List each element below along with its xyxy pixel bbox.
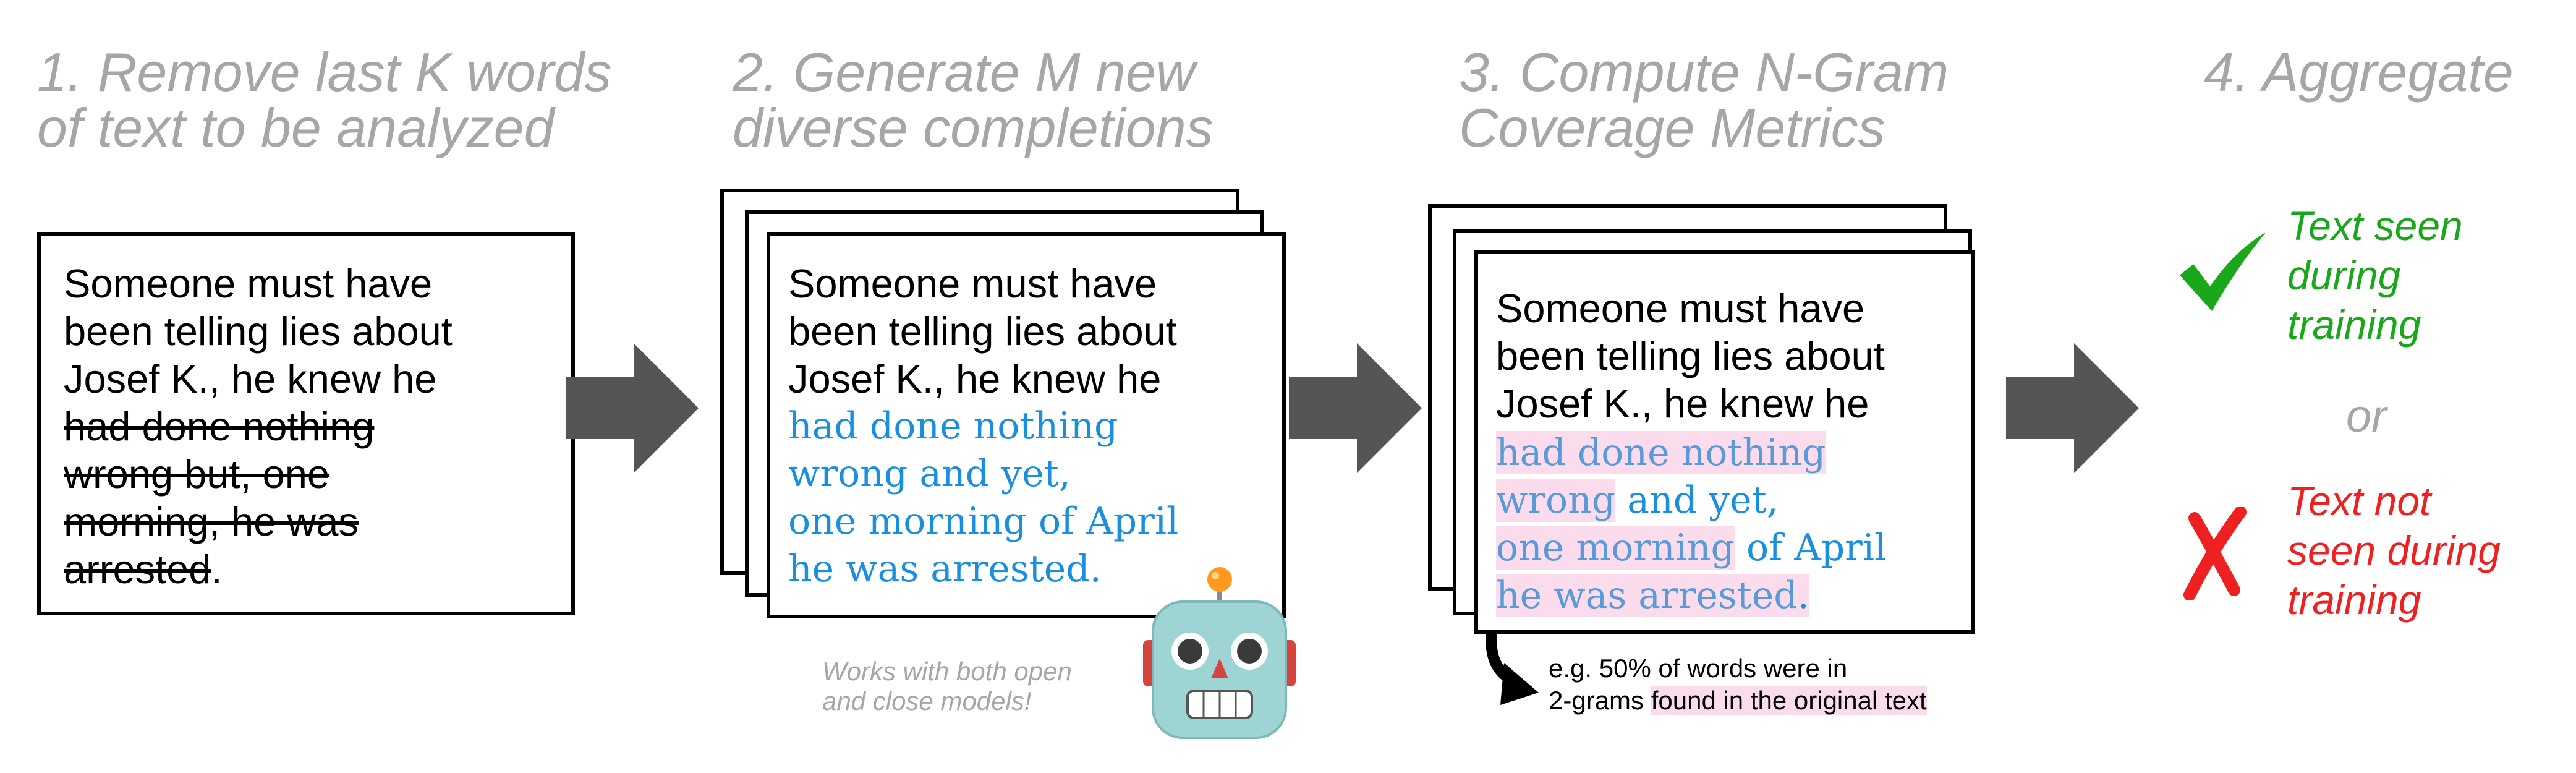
generated-completion: Someone must have been telling lies abou… [788, 261, 1179, 591]
removed-words: had done nothing [64, 404, 375, 449]
coverage-text: Someone must have been telling lies abou… [1496, 286, 1887, 617]
matched-ngram: had done nothing [1496, 431, 1826, 474]
coverage-example: e.g. 50% of words were in 2-grams found … [1549, 654, 1927, 715]
cross-mark-icon [2183, 507, 2247, 600]
right-arrow-icon [2006, 343, 2139, 473]
text-not-seen-label: Text not seen during training [2287, 478, 2501, 623]
step-3-heading: 3. Compute N-Gram Coverage Metrics [1459, 41, 1949, 158]
curved-arrow-icon [1486, 631, 1539, 705]
right-arrow-icon [1289, 343, 1422, 473]
step-4-heading: 4. Aggregate [2204, 41, 2514, 103]
model-note: Works with both open and close models! [822, 657, 1072, 715]
or-label: or [2346, 390, 2387, 442]
original-text: Someone must have been telling lies abou… [64, 261, 453, 592]
text-seen-label: Text seen during training [2287, 203, 2463, 348]
check-mark-icon [2180, 232, 2266, 311]
step-2-heading: 2. Generate M new diverse completions [733, 41, 1214, 158]
step-1-heading: 1. Remove last K words of text to be ana… [37, 41, 612, 158]
right-arrow-icon [566, 343, 699, 473]
robot-icon [1143, 567, 1296, 739]
